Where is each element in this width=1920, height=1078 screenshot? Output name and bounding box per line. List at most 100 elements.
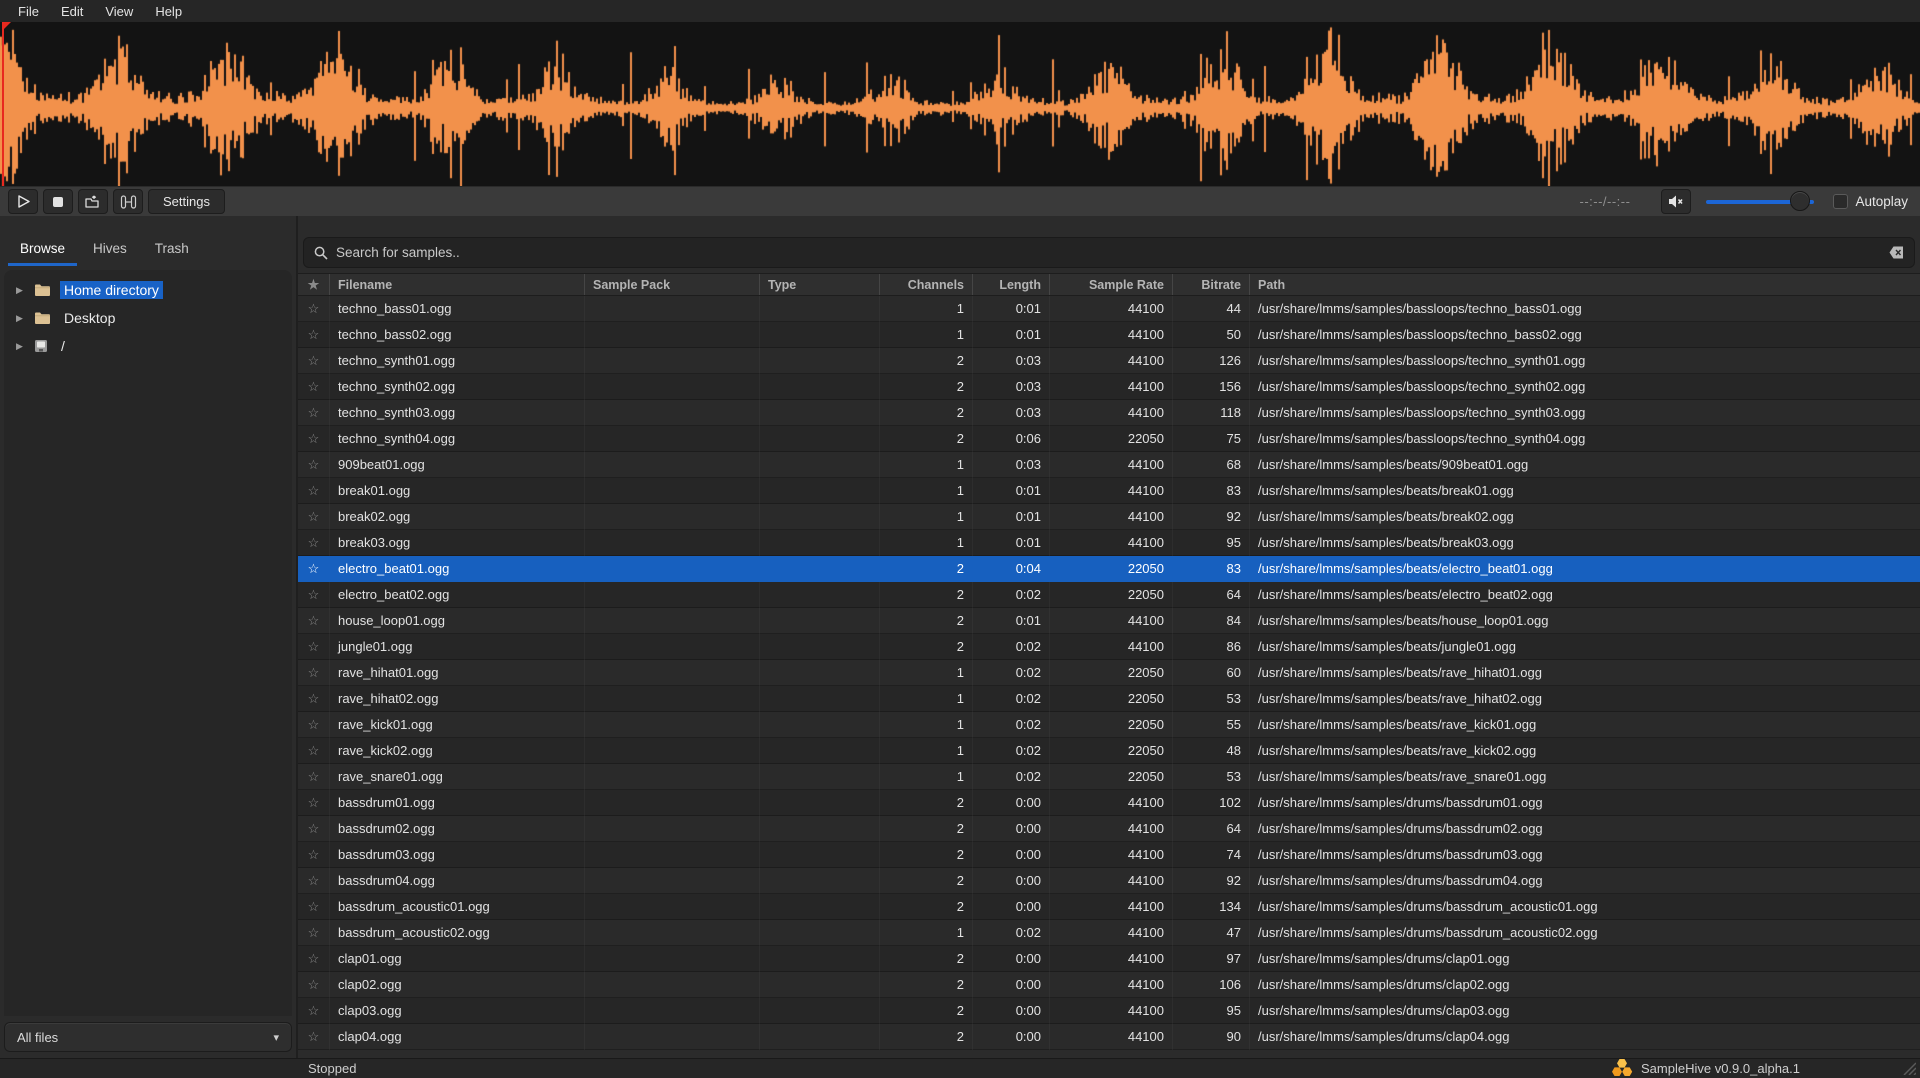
file-filter-dropdown[interactable]: All files ▾ bbox=[4, 1022, 292, 1052]
ab-loop-button[interactable] bbox=[113, 189, 143, 214]
table-row[interactable]: ☆break02.ogg10:014410092/usr/share/lmms/… bbox=[298, 504, 1920, 530]
volume-slider[interactable] bbox=[1706, 189, 1814, 214]
favorite-star-icon[interactable]: ☆ bbox=[298, 920, 330, 946]
favorite-star-icon[interactable]: ☆ bbox=[298, 998, 330, 1024]
tab-trash[interactable]: Trash bbox=[141, 233, 203, 266]
table-row[interactable]: ☆rave_hihat02.ogg10:022205053/usr/share/… bbox=[298, 686, 1920, 712]
table-row[interactable]: ☆909beat01.ogg10:034410068/usr/share/lmm… bbox=[298, 452, 1920, 478]
favorite-star-icon[interactable]: ☆ bbox=[298, 894, 330, 920]
autoplay-checkbox[interactable] bbox=[1833, 194, 1848, 209]
favorite-star-icon[interactable]: ☆ bbox=[298, 946, 330, 972]
cell-type bbox=[760, 816, 880, 842]
column-header-type[interactable]: Type bbox=[760, 274, 880, 295]
table-row[interactable]: ☆house_loop01.ogg20:014410084/usr/share/… bbox=[298, 608, 1920, 634]
clear-search-icon[interactable] bbox=[1889, 246, 1904, 259]
favorite-star-icon[interactable]: ☆ bbox=[298, 426, 330, 452]
column-header-sample-pack[interactable]: Sample Pack bbox=[585, 274, 760, 295]
volume-knob[interactable] bbox=[1790, 191, 1810, 211]
table-row[interactable]: ☆bassdrum02.ogg20:004410064/usr/share/lm… bbox=[298, 816, 1920, 842]
table-row[interactable]: ☆techno_synth02.ogg20:0344100156/usr/sha… bbox=[298, 374, 1920, 400]
table-row[interactable]: ☆bassdrum_acoustic02.ogg10:024410047/usr… bbox=[298, 920, 1920, 946]
table-row[interactable]: ☆rave_kick01.ogg10:022205055/usr/share/l… bbox=[298, 712, 1920, 738]
cell-filename: 909beat01.ogg bbox=[330, 452, 585, 478]
favorite-star-icon[interactable]: ☆ bbox=[298, 478, 330, 504]
menu-item-help[interactable]: Help bbox=[145, 2, 192, 21]
table-row[interactable]: ☆rave_hihat01.ogg10:022205060/usr/share/… bbox=[298, 660, 1920, 686]
table-row[interactable]: ☆electro_beat02.ogg20:022205064/usr/shar… bbox=[298, 582, 1920, 608]
waveform-canvas[interactable] bbox=[0, 22, 1920, 186]
favorite-star-icon[interactable]: ☆ bbox=[298, 686, 330, 712]
settings-button[interactable]: Settings bbox=[148, 189, 225, 214]
table-row[interactable]: ☆clap01.ogg20:004410097/usr/share/lmms/s… bbox=[298, 946, 1920, 972]
play-button[interactable] bbox=[8, 189, 38, 214]
favorite-star-icon[interactable]: ☆ bbox=[298, 452, 330, 478]
playhead-marker[interactable] bbox=[2, 22, 4, 186]
column-header-length[interactable]: Length bbox=[973, 274, 1050, 295]
favorite-star-icon[interactable]: ☆ bbox=[298, 400, 330, 426]
favorite-star-icon[interactable]: ☆ bbox=[298, 634, 330, 660]
column-header-bitrate[interactable]: Bitrate bbox=[1173, 274, 1250, 295]
table-row[interactable]: ☆electro_beat01.ogg20:042205083/usr/shar… bbox=[298, 556, 1920, 582]
table-row[interactable]: ☆jungle01.ogg20:024410086/usr/share/lmms… bbox=[298, 634, 1920, 660]
table-row[interactable]: ☆bassdrum_acoustic01.ogg20:0044100134/us… bbox=[298, 894, 1920, 920]
favorite-star-icon[interactable]: ☆ bbox=[298, 556, 330, 582]
favorite-star-icon[interactable]: ☆ bbox=[298, 712, 330, 738]
table-row[interactable]: ☆clap03.ogg20:004410095/usr/share/lmms/s… bbox=[298, 998, 1920, 1024]
table-row[interactable]: ☆clap04.ogg20:004410090/usr/share/lmms/s… bbox=[298, 1024, 1920, 1050]
table-row[interactable]: ☆techno_synth03.ogg20:0344100118/usr/sha… bbox=[298, 400, 1920, 426]
table-row[interactable]: ☆bassdrum04.ogg20:004410092/usr/share/lm… bbox=[298, 868, 1920, 894]
tab-hives[interactable]: Hives bbox=[79, 233, 141, 266]
favorite-star-icon[interactable]: ☆ bbox=[298, 374, 330, 400]
favorite-star-icon[interactable]: ☆ bbox=[298, 296, 330, 322]
table-row[interactable]: ☆break01.ogg10:014410083/usr/share/lmms/… bbox=[298, 478, 1920, 504]
favorite-star-icon[interactable]: ☆ bbox=[298, 348, 330, 374]
favorite-star-icon[interactable]: ☆ bbox=[298, 530, 330, 556]
tab-browse[interactable]: Browse bbox=[6, 233, 79, 266]
column-header-channels[interactable]: Channels bbox=[880, 274, 973, 295]
menu-item-edit[interactable]: Edit bbox=[51, 2, 93, 21]
resize-grip[interactable] bbox=[1900, 1059, 1916, 1075]
table-row[interactable]: ☆break03.ogg10:014410095/usr/share/lmms/… bbox=[298, 530, 1920, 556]
table-row[interactable]: ☆bassdrum01.ogg20:0044100102/usr/share/l… bbox=[298, 790, 1920, 816]
favorite-star-icon[interactable]: ☆ bbox=[298, 660, 330, 686]
favorite-star-icon[interactable]: ☆ bbox=[298, 868, 330, 894]
column-header-filename[interactable]: Filename bbox=[330, 274, 585, 295]
favorite-star-icon[interactable]: ☆ bbox=[298, 1024, 330, 1050]
expander-icon[interactable]: ▶ bbox=[16, 341, 25, 352]
table-row[interactable]: ☆bassdrum03.ogg20:004410074/usr/share/lm… bbox=[298, 842, 1920, 868]
favorite-star-icon[interactable]: ☆ bbox=[298, 582, 330, 608]
favorite-star-icon[interactable]: ☆ bbox=[298, 842, 330, 868]
favorite-star-icon[interactable]: ☆ bbox=[298, 790, 330, 816]
tree-item-home-directory[interactable]: ▶Home directory bbox=[4, 276, 292, 304]
table-row[interactable]: ☆rave_kick02.ogg10:022205048/usr/share/l… bbox=[298, 738, 1920, 764]
column-header-sample-rate[interactable]: Sample Rate bbox=[1050, 274, 1173, 295]
cell-type bbox=[760, 998, 880, 1024]
loop-button[interactable] bbox=[78, 189, 108, 214]
expander-icon[interactable]: ▶ bbox=[16, 285, 25, 296]
waveform-panel[interactable] bbox=[0, 22, 1920, 186]
favorite-star-icon[interactable]: ☆ bbox=[298, 972, 330, 998]
expander-icon[interactable]: ▶ bbox=[16, 313, 25, 324]
favorite-star-icon[interactable]: ☆ bbox=[298, 738, 330, 764]
stop-button[interactable] bbox=[43, 189, 73, 214]
table-row[interactable]: ☆techno_bass01.ogg10:014410044/usr/share… bbox=[298, 296, 1920, 322]
search-bar[interactable] bbox=[303, 237, 1915, 268]
favorite-column-header-star-icon[interactable]: ★ bbox=[298, 274, 330, 295]
menu-item-file[interactable]: File bbox=[8, 2, 49, 21]
favorite-star-icon[interactable]: ☆ bbox=[298, 608, 330, 634]
favorite-star-icon[interactable]: ☆ bbox=[298, 764, 330, 790]
table-row[interactable]: ☆techno_synth01.ogg20:0344100126/usr/sha… bbox=[298, 348, 1920, 374]
column-header-path[interactable]: Path bbox=[1250, 274, 1920, 295]
table-row[interactable]: ☆techno_synth04.ogg20:062205075/usr/shar… bbox=[298, 426, 1920, 452]
favorite-star-icon[interactable]: ☆ bbox=[298, 816, 330, 842]
table-row[interactable]: ☆rave_snare01.ogg10:022205053/usr/share/… bbox=[298, 764, 1920, 790]
tree-item--[interactable]: ▶/ bbox=[4, 332, 292, 360]
table-row[interactable]: ☆clap02.ogg20:0044100106/usr/share/lmms/… bbox=[298, 972, 1920, 998]
tree-item-desktop[interactable]: ▶Desktop bbox=[4, 304, 292, 332]
search-input[interactable] bbox=[336, 245, 1881, 260]
favorite-star-icon[interactable]: ☆ bbox=[298, 322, 330, 348]
table-row[interactable]: ☆techno_bass02.ogg10:014410050/usr/share… bbox=[298, 322, 1920, 348]
favorite-star-icon[interactable]: ☆ bbox=[298, 504, 330, 530]
mute-button[interactable] bbox=[1661, 189, 1691, 214]
menu-item-view[interactable]: View bbox=[95, 2, 143, 21]
